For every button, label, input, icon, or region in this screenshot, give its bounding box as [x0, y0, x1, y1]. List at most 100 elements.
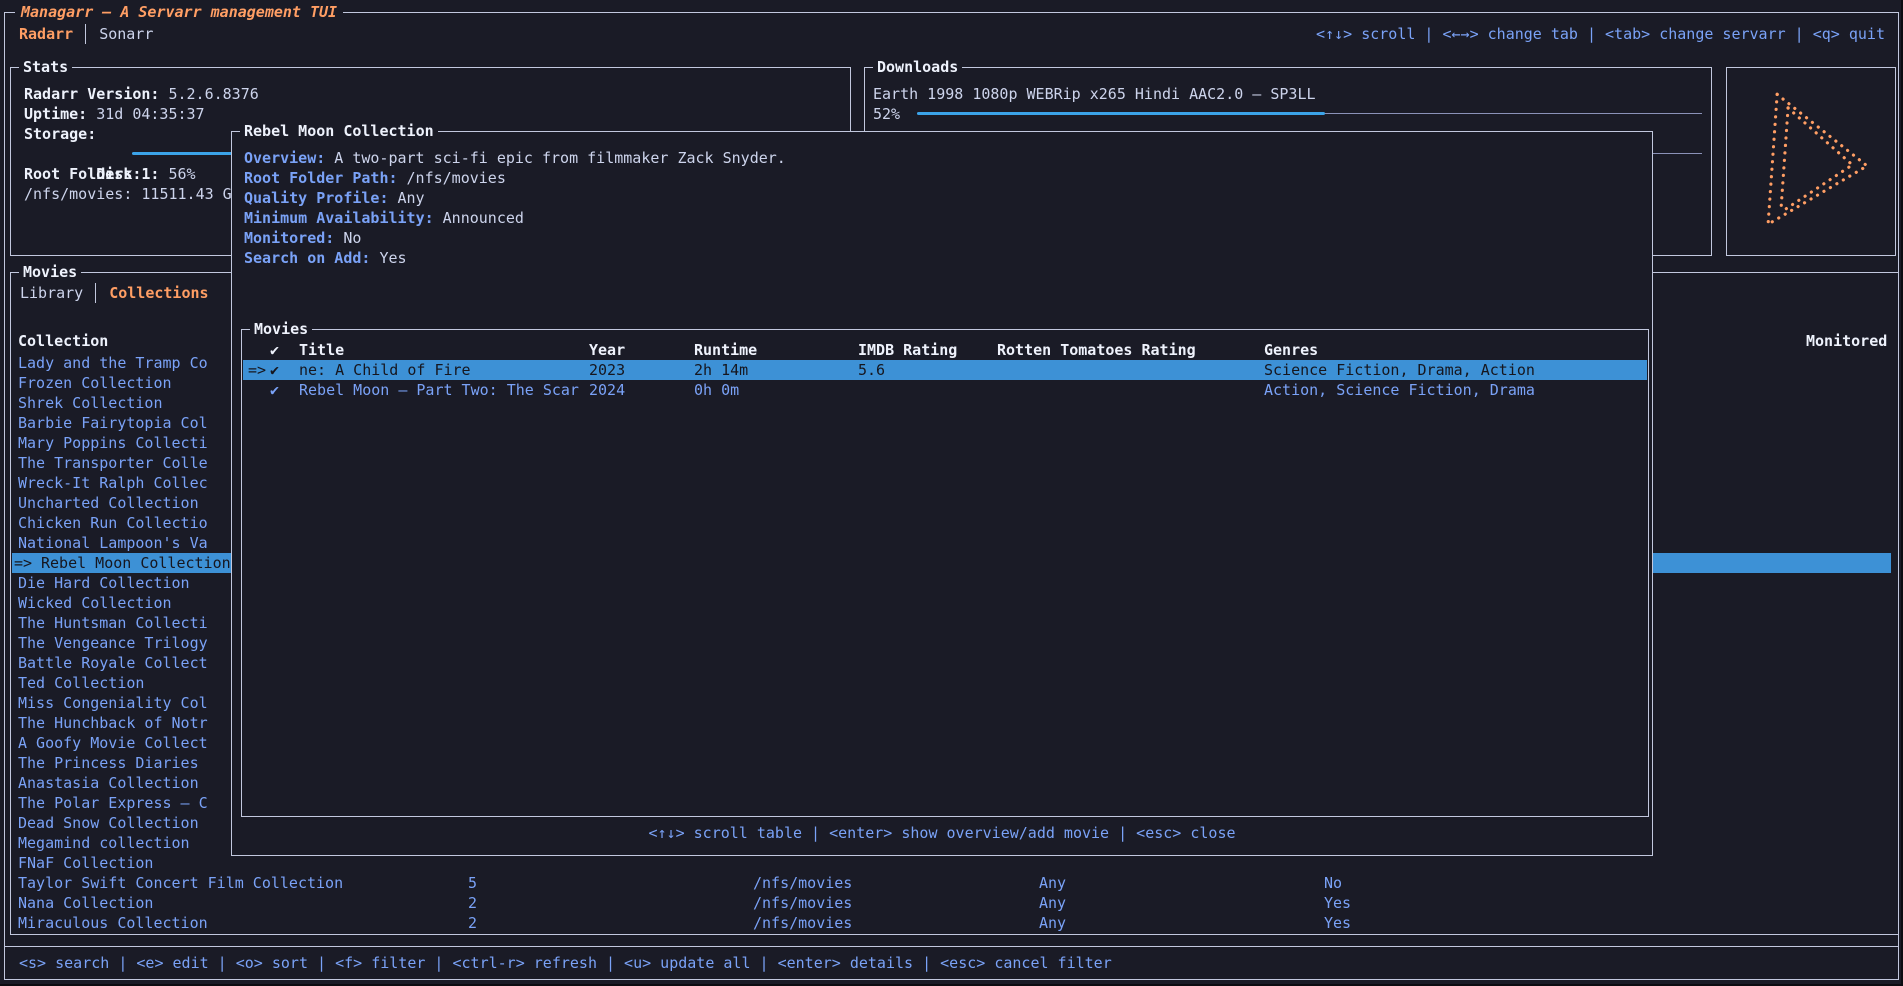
modal-keybind-hints: <↑↓> scroll table | <enter> show overvie…	[232, 823, 1652, 843]
monitored-check-icon: ✔	[270, 380, 279, 400]
modal-field-value: No	[343, 229, 361, 247]
modal-field-label: Minimum Availability:	[244, 209, 434, 227]
movie-genres: Action, Science Fiction, Drama	[1264, 380, 1535, 400]
collection-quality-profile: Any	[1039, 873, 1066, 893]
modal-field: Root Folder Path: /nfs/movies	[244, 168, 1640, 188]
collection-name: FNaF Collection	[18, 853, 153, 873]
modal-field: Quality Profile: Any	[244, 188, 1640, 208]
modal-field-value: /nfs/movies	[407, 169, 506, 187]
collections-header: Collection	[18, 331, 108, 351]
selection-arrow: =>	[248, 360, 266, 380]
collection-name: The Huntsman Collecti	[18, 613, 208, 633]
column-header-check: ✔	[270, 340, 279, 360]
modal-title: Rebel Moon Collection	[240, 121, 438, 141]
stats-field-label: Radarr Version:	[24, 85, 159, 103]
collection-movie-count: 5	[468, 873, 477, 893]
logo-panel	[1726, 67, 1896, 256]
modal-field-value: Any	[398, 189, 425, 207]
movie-year: 2023	[589, 360, 625, 380]
modal-field-value: Yes	[379, 249, 406, 267]
collection-name: Miraculous Collection	[18, 913, 208, 933]
movies-tab[interactable]: Library	[20, 283, 83, 303]
collection-row[interactable]: Miraculous Collection 2 /nfs/movies Any …	[12, 913, 1891, 933]
collection-name: A Goofy Movie Collect	[18, 733, 208, 753]
collection-name: National Lampoon's Va	[18, 533, 208, 553]
collection-name: Dead Snow Collection	[18, 813, 199, 833]
collection-root-folder: /nfs/movies	[753, 893, 852, 913]
collection-row[interactable]: FNaF Collection	[12, 853, 1891, 873]
column-header-year: Year	[589, 340, 625, 360]
movie-genres: Science Fiction, Drama, Action	[1264, 360, 1535, 380]
collection-name: Ted Collection	[18, 673, 144, 693]
root-folder-value: /nfs/movies: 11511.43 GB	[24, 185, 241, 203]
servarr-tab[interactable]: Radarr	[19, 24, 73, 44]
column-header-genres: Genres	[1264, 340, 1318, 360]
bottom-keybind-hints: <s> search | <e> edit | <o> sort | <f> f…	[19, 953, 1112, 973]
collection-name: Wreck-It Ralph Collec	[18, 473, 208, 493]
collection-name: Die Hard Collection	[18, 573, 190, 593]
modal-movie-rows: => ✔ ne: A Child of Fire 2023 2h 14m 5.6…	[243, 360, 1647, 400]
collection-name: Miss Congeniality Col	[18, 693, 208, 713]
column-header-runtime: Runtime	[694, 340, 757, 360]
modal-field-label: Quality Profile:	[244, 189, 389, 207]
collection-name: Shrek Collection	[18, 393, 163, 413]
collection-details-modal: Rebel Moon Collection Overview:A two-par…	[231, 131, 1653, 856]
app-screen: Managarr – A Servarr management TUI Rada…	[0, 0, 1901, 984]
collection-name: The Princess Diaries	[18, 753, 199, 773]
collection-name: Lady and the Tramp Co	[18, 353, 208, 373]
collection-row[interactable]: Taylor Swift Concert Film Collection 5 /…	[12, 873, 1891, 893]
stats-field-value: 5.2.6.8376	[168, 85, 258, 103]
collection-name: The Transporter Colle	[18, 453, 208, 473]
movies-tab[interactable]: Collections	[95, 283, 208, 303]
collection-name: Anastasia Collection	[18, 773, 199, 793]
stats-field: Radarr Version: 5.2.6.8376	[24, 84, 842, 104]
monitored-check-icon: ✔	[270, 360, 279, 380]
collection-name: Wicked Collection	[18, 593, 172, 613]
top-keybind-hints: <↑↓> scroll | <←→> change tab | <tab> ch…	[1316, 24, 1885, 44]
download-title: Earth 1998 1080p WEBRip x265 Hindi AAC2.…	[873, 84, 1702, 104]
collection-movie-count: 2	[468, 913, 477, 933]
column-header-rotten-tomatoes: Rotten Tomatoes Rating	[997, 340, 1196, 360]
collection-name: Taylor Swift Concert Film Collection	[18, 873, 343, 893]
modal-field: Monitored:No	[244, 228, 1640, 248]
stats-panel-title: Stats	[19, 57, 72, 77]
collection-row[interactable]: Nana Collection 2 /nfs/movies Any Yes	[12, 893, 1891, 913]
movie-imdb-rating: 5.6	[858, 360, 885, 380]
modal-field-label: Root Folder Path:	[244, 169, 398, 187]
collection-name: The Polar Express – C	[18, 793, 208, 813]
stats-field-label: Uptime:	[24, 105, 87, 123]
column-header-title: Title	[299, 340, 344, 360]
monitored-header: Monitored	[1806, 331, 1887, 351]
servarr-tab[interactable]: Sonarr	[85, 24, 153, 44]
movies-panel-title: Movies	[19, 262, 81, 282]
collection-quality-profile: Any	[1039, 893, 1066, 913]
collection-name: Battle Royale Collect	[18, 653, 208, 673]
collection-name: Uncharted Collection	[18, 493, 199, 513]
movie-runtime: 0h 0m	[694, 380, 739, 400]
download-progress-gauge	[917, 104, 1702, 124]
movie-row[interactable]: ✔ Rebel Moon – Part Two: The Scar 2024 0…	[243, 380, 1647, 400]
collection-name: Chicken Run Collectio	[18, 513, 208, 533]
selection-arrow: =>	[14, 553, 32, 573]
app-title: Managarr – A Servarr management TUI	[15, 2, 343, 22]
movie-title: Rebel Moon – Part Two: The Scar	[299, 380, 579, 400]
modal-field-label: Search on Add:	[244, 249, 370, 267]
modal-field-label: Overview:	[244, 149, 325, 167]
modal-movies-table-title: Movies	[250, 319, 312, 339]
column-header-imdb: IMDB Rating	[858, 340, 957, 360]
movie-year: 2024	[589, 380, 625, 400]
collection-quality-profile: Any	[1039, 913, 1066, 933]
collection-monitored: No	[1324, 873, 1342, 893]
stats-field-value: 31d 04:35:37	[96, 105, 204, 123]
movie-title: ne: A Child of Fire	[299, 360, 471, 380]
managarr-logo-icon	[1732, 78, 1891, 246]
collection-monitored: Yes	[1324, 893, 1351, 913]
bottom-keybar: <s> search | <e> edit | <o> sort | <f> f…	[4, 946, 1899, 980]
collection-root-folder: /nfs/movies	[753, 873, 852, 893]
movie-row[interactable]: => ✔ ne: A Child of Fire 2023 2h 14m 5.6…	[243, 360, 1647, 380]
collection-name: Rebel Moon Collection	[41, 553, 231, 573]
modal-movies-table: Movies ✔ Title Year Runtime IMDB Rating …	[241, 329, 1649, 817]
collection-name: Barbie Fairytopia Col	[18, 413, 208, 433]
download-percent: 52%	[873, 104, 900, 124]
modal-field-value: A two-part sci-fi epic from filmmaker Za…	[334, 149, 786, 167]
